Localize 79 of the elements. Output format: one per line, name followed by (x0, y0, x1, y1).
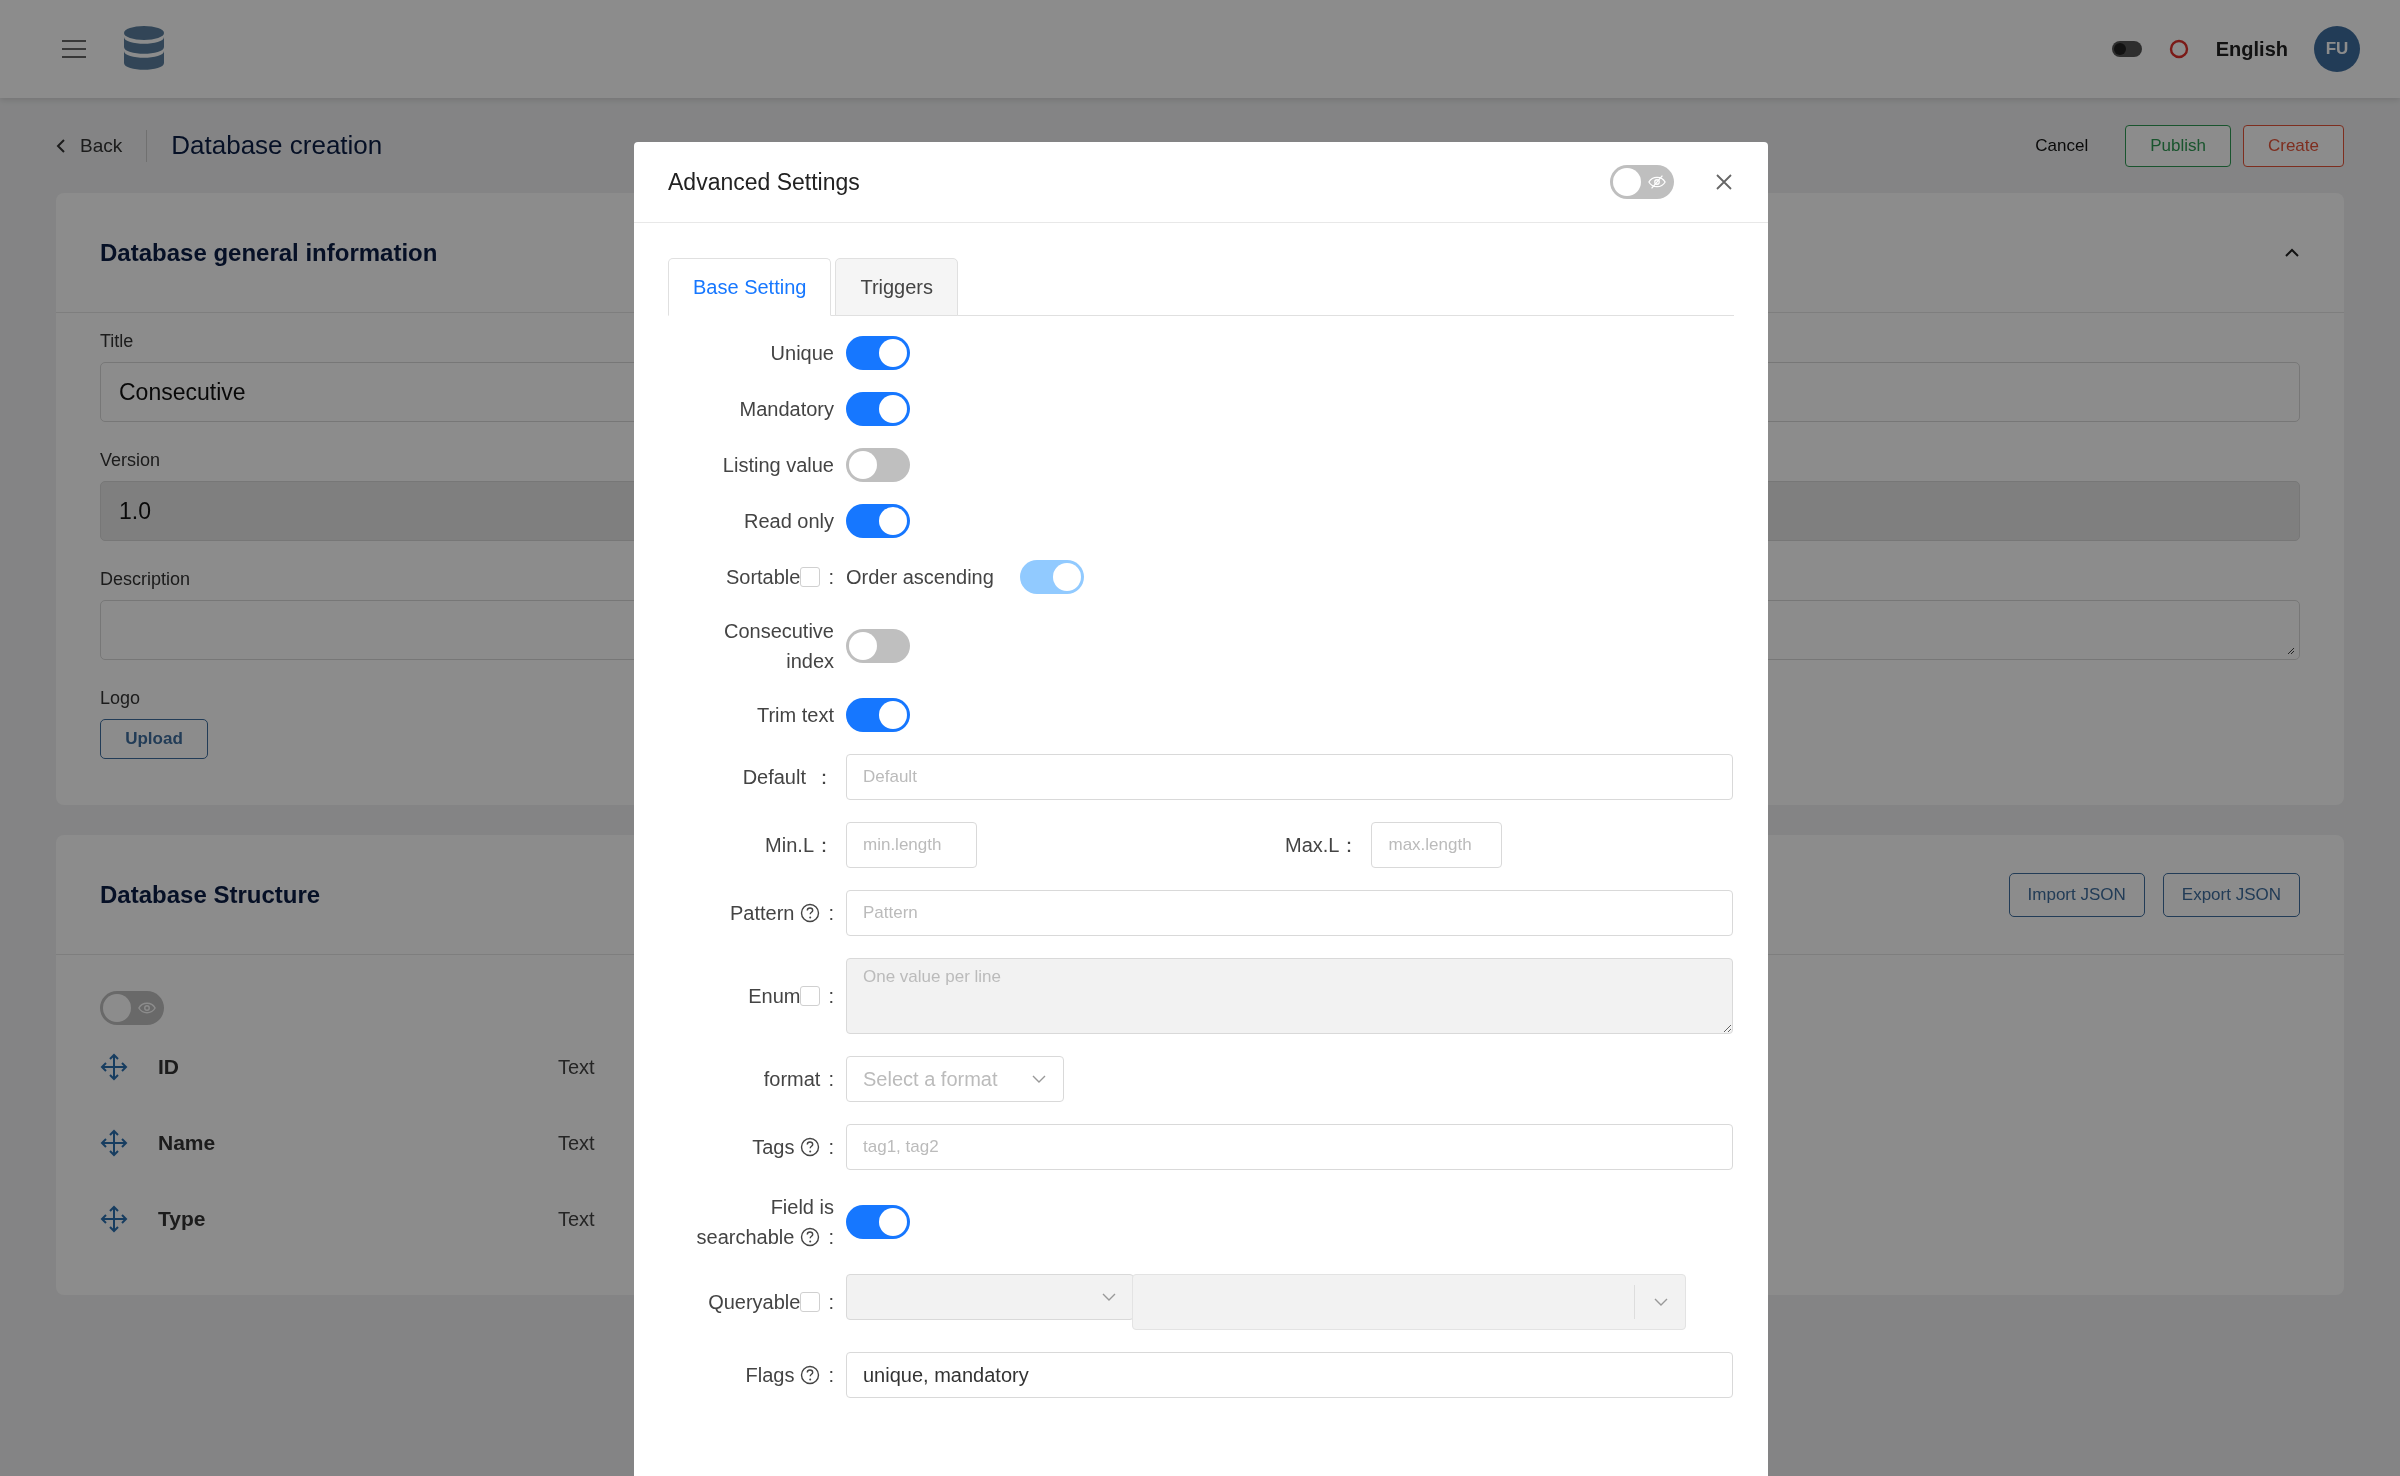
field-type: Text (558, 1207, 595, 1231)
dialog-title: Advanced Settings (668, 168, 860, 196)
eye-icon (138, 1000, 156, 1016)
field-label: Consecutive index (722, 619, 834, 674)
language-selector[interactable]: English (2215, 37, 2288, 61)
upload-button[interactable]: Upload (100, 719, 208, 759)
action-button[interactable]: Cancel (2010, 124, 2114, 167)
field-label: Flags : (745, 1363, 834, 1388)
chevron-down-icon (1031, 1074, 1047, 1084)
field-label: Listing value (722, 453, 834, 478)
field-label: Enum : (748, 984, 834, 1009)
help-icon[interactable] (800, 1137, 821, 1157)
toggle-switch[interactable] (846, 698, 910, 732)
chevron-down-icon (1653, 1297, 1669, 1307)
field-label: format : (763, 1067, 834, 1092)
preview-toggle[interactable] (1610, 165, 1674, 199)
field-label: Tags : (752, 1135, 834, 1160)
field-name: Name (158, 1131, 217, 1155)
card-title: Database general information (100, 238, 438, 267)
database-icon (122, 25, 166, 73)
help-icon[interactable] (800, 1365, 821, 1385)
drag-handle-icon[interactable] (100, 1129, 128, 1157)
field-label: Description (100, 569, 191, 590)
field-label: Min.L： (764, 833, 835, 858)
json-button[interactable]: Export JSON (2162, 872, 2300, 917)
field-label: Title (100, 331, 134, 352)
field-label: Trim text (756, 703, 834, 728)
field-label: Pattern : (729, 901, 834, 926)
action-button[interactable]: Create (2242, 124, 2344, 167)
eye-slash-icon (1648, 174, 1666, 190)
input-field[interactable]: max.length (1371, 822, 1503, 868)
help-icon[interactable] (800, 1227, 821, 1247)
input-field[interactable]: Default (846, 754, 1733, 800)
collapse-icon[interactable] (2284, 247, 2300, 258)
tab[interactable]: Triggers (835, 258, 959, 316)
field-type: Text (558, 1055, 595, 1079)
input-field[interactable]: tag1, tag2 (846, 1124, 1733, 1170)
input-field[interactable]: Pattern (846, 890, 1733, 936)
field-label: Field is searchable : (695, 1195, 834, 1250)
toggle-switch[interactable] (846, 336, 910, 370)
toggle-switch[interactable] (846, 504, 910, 538)
option-label: Order ascending (846, 565, 994, 589)
input-field[interactable]: unique, mandatory (846, 1352, 1733, 1398)
circle-icon[interactable] (2167, 38, 2190, 60)
field-label: Unique (770, 341, 834, 366)
field-label: Mandatory (739, 397, 834, 422)
field-label: Version (100, 450, 161, 471)
field-type: Text (558, 1131, 595, 1155)
field-label: Default ： (742, 765, 834, 790)
input-field[interactable]: min.length (846, 822, 977, 868)
chevron-down-icon (1101, 1292, 1117, 1302)
field-label: Logo (100, 688, 141, 709)
field-name: ID (158, 1055, 180, 1079)
user-avatar[interactable]: FU (2314, 26, 2360, 72)
tab[interactable]: Base Setting (668, 258, 832, 316)
field-label: Max.L： (1285, 833, 1360, 858)
format-select[interactable]: Select a format (846, 1056, 1064, 1102)
action-button[interactable]: Publish (2125, 124, 2231, 167)
field-label: Queryable : (708, 1290, 834, 1315)
toggle-switch[interactable] (846, 392, 910, 426)
drag-handle-icon[interactable] (100, 1205, 128, 1233)
field-label: Sortable : (725, 565, 834, 590)
theme-toggle[interactable] (2111, 41, 2142, 57)
back-link[interactable]: Back (56, 134, 123, 157)
toggle-switch[interactable] (846, 1205, 910, 1239)
drag-handle-icon[interactable] (100, 1053, 128, 1081)
resize-handle-icon[interactable] (2285, 645, 2295, 655)
chevron-left-icon[interactable] (56, 137, 66, 154)
help-icon[interactable] (800, 903, 821, 923)
field-label: Read only (743, 509, 834, 534)
menu-icon[interactable] (60, 38, 88, 60)
preview-toggle[interactable] (100, 991, 164, 1025)
json-button[interactable]: Import JSON (2008, 872, 2145, 917)
field-name: Type (158, 1207, 207, 1231)
toggle-switch[interactable] (846, 448, 910, 482)
close-icon[interactable] (1714, 172, 1734, 192)
page-title: Database creation (171, 130, 383, 161)
toggle-switch[interactable] (846, 629, 910, 663)
card-title: Database Structure (100, 880, 321, 909)
